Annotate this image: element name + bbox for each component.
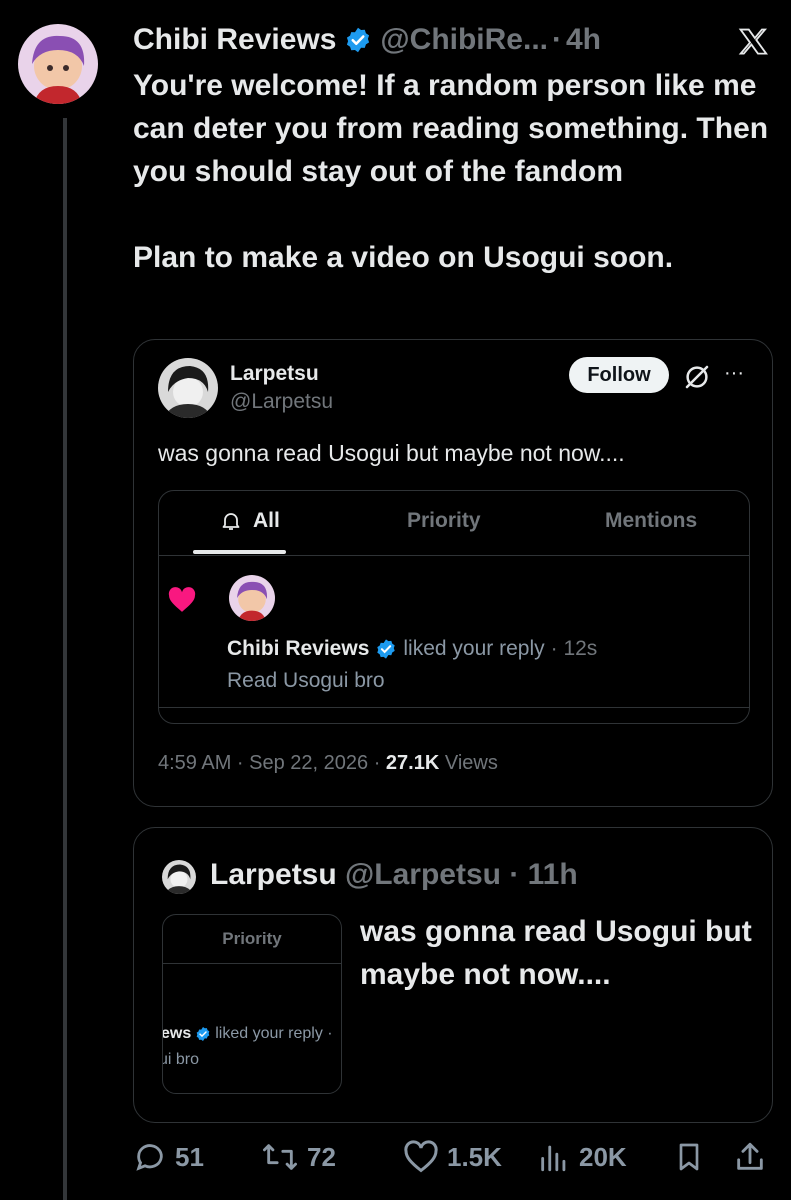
- notification-time: · 12s: [550, 637, 598, 660]
- views-button[interactable]: 20K: [537, 1140, 627, 1174]
- tab-mentions: Mentions: [605, 509, 698, 532]
- tab-priority: Priority: [407, 509, 481, 532]
- quoted-tweet-card-2[interactable]: Larpetsu @Larpetsu · 11h Priority ews li…: [133, 827, 773, 1123]
- repost-icon: [262, 1144, 297, 1170]
- share-icon: [737, 1142, 763, 1170]
- notification-action: liked your reply: [403, 637, 545, 660]
- quoted-views-label: Views: [439, 752, 498, 774]
- notification-name: Chibi Reviews: [227, 637, 370, 660]
- notification-avatar: [229, 575, 275, 621]
- tab-all-label: All: [253, 509, 280, 532]
- share-button[interactable]: [733, 1140, 775, 1174]
- thumb-reply: ui bro: [162, 1051, 200, 1068]
- attached-screenshot-thumbnail[interactable]: Priority ews liked your reply · ui bro: [162, 914, 342, 1094]
- repost-button[interactable]: 72: [261, 1140, 336, 1174]
- views-count: 20K: [579, 1141, 627, 1172]
- notification-tabs: All Priority Mentions: [159, 491, 749, 556]
- active-tab-indicator: [193, 550, 286, 554]
- quoted-author-handle[interactable]: @Larpetsu: [230, 390, 333, 414]
- tab-all: All: [219, 509, 280, 533]
- quoted-author-name[interactable]: Larpetsu: [210, 858, 337, 891]
- action-bar: 51 72 1.5K 20K: [133, 1140, 773, 1180]
- x-logo-icon: [738, 28, 768, 55]
- author-name[interactable]: Chibi Reviews: [133, 23, 336, 57]
- quoted-author-avatar[interactable]: [158, 358, 218, 418]
- heart-icon: [168, 587, 196, 612]
- thumb-tab-priority: Priority: [163, 915, 341, 964]
- thumb-notification-line: ews liked your reply ·: [162, 1025, 333, 1043]
- thumb-name: ews: [162, 1025, 192, 1042]
- thread-line: [63, 118, 67, 1200]
- author-avatar[interactable]: [18, 24, 98, 104]
- verified-badge-icon: [347, 27, 370, 53]
- notification-line: Chibi Reviews liked your reply · 12s: [227, 637, 597, 661]
- author-handle[interactable]: @ChibiRe...: [380, 23, 548, 57]
- views-chart-icon: [541, 1145, 566, 1172]
- verified-badge-icon: [196, 1027, 210, 1041]
- quoted-tweet-timestamp[interactable]: 4:59 AM · Sep 22, 2026 ·: [158, 752, 386, 774]
- bookmark-icon: [679, 1143, 699, 1171]
- bell-icon: [222, 513, 240, 530]
- quoted-author-avatar[interactable]: [162, 860, 196, 894]
- quoted-author-name[interactable]: Larpetsu: [230, 362, 319, 386]
- quoted-handle-time[interactable]: @Larpetsu · 11h: [345, 858, 578, 891]
- reply-button[interactable]: 51: [133, 1140, 204, 1174]
- quoted-tweet-text-2: was gonna read Usogui but maybe not now.…: [360, 915, 752, 991]
- bookmark-button[interactable]: [673, 1140, 713, 1174]
- quoted-tweet-card[interactable]: Larpetsu @Larpetsu Follow ··· was gonna …: [133, 339, 773, 807]
- thumb-action: liked your reply ·: [215, 1025, 333, 1042]
- verified-badge-icon: [377, 639, 396, 659]
- tweet-time[interactable]: 4h: [566, 23, 601, 57]
- quoted-tweet-text: was gonna read Usogui but maybe not now.…: [158, 440, 625, 466]
- notification-reply-text: Read Usogui bro: [227, 669, 385, 692]
- like-button[interactable]: 1.5K: [403, 1140, 502, 1174]
- reply-count: 51: [175, 1141, 204, 1172]
- more-options-icon[interactable]: ···: [724, 362, 750, 388]
- quoted-tweet-footer: 4:59 AM · Sep 22, 2026 · 27.1K Views: [158, 752, 498, 775]
- divider: [159, 707, 749, 708]
- quoted-header: Larpetsu @Larpetsu · 11h: [210, 858, 578, 892]
- repost-count: 72: [307, 1141, 336, 1172]
- quoted-views-count: 27.1K: [385, 752, 440, 774]
- attached-screenshot[interactable]: All Priority Mentions Chibi Reviews like…: [158, 490, 750, 724]
- reply-icon: [136, 1144, 163, 1171]
- tweet-header: Chibi Reviews @ChibiRe... · 4h: [133, 20, 601, 60]
- like-count: 1.5K: [447, 1141, 502, 1172]
- tweet-text: You're welcome! If a random person like …: [133, 69, 769, 274]
- grok-icon[interactable]: [682, 362, 712, 392]
- follow-button[interactable]: Follow: [569, 357, 669, 393]
- dot-separator: ·: [552, 23, 562, 56]
- like-heart-icon: [404, 1140, 438, 1173]
